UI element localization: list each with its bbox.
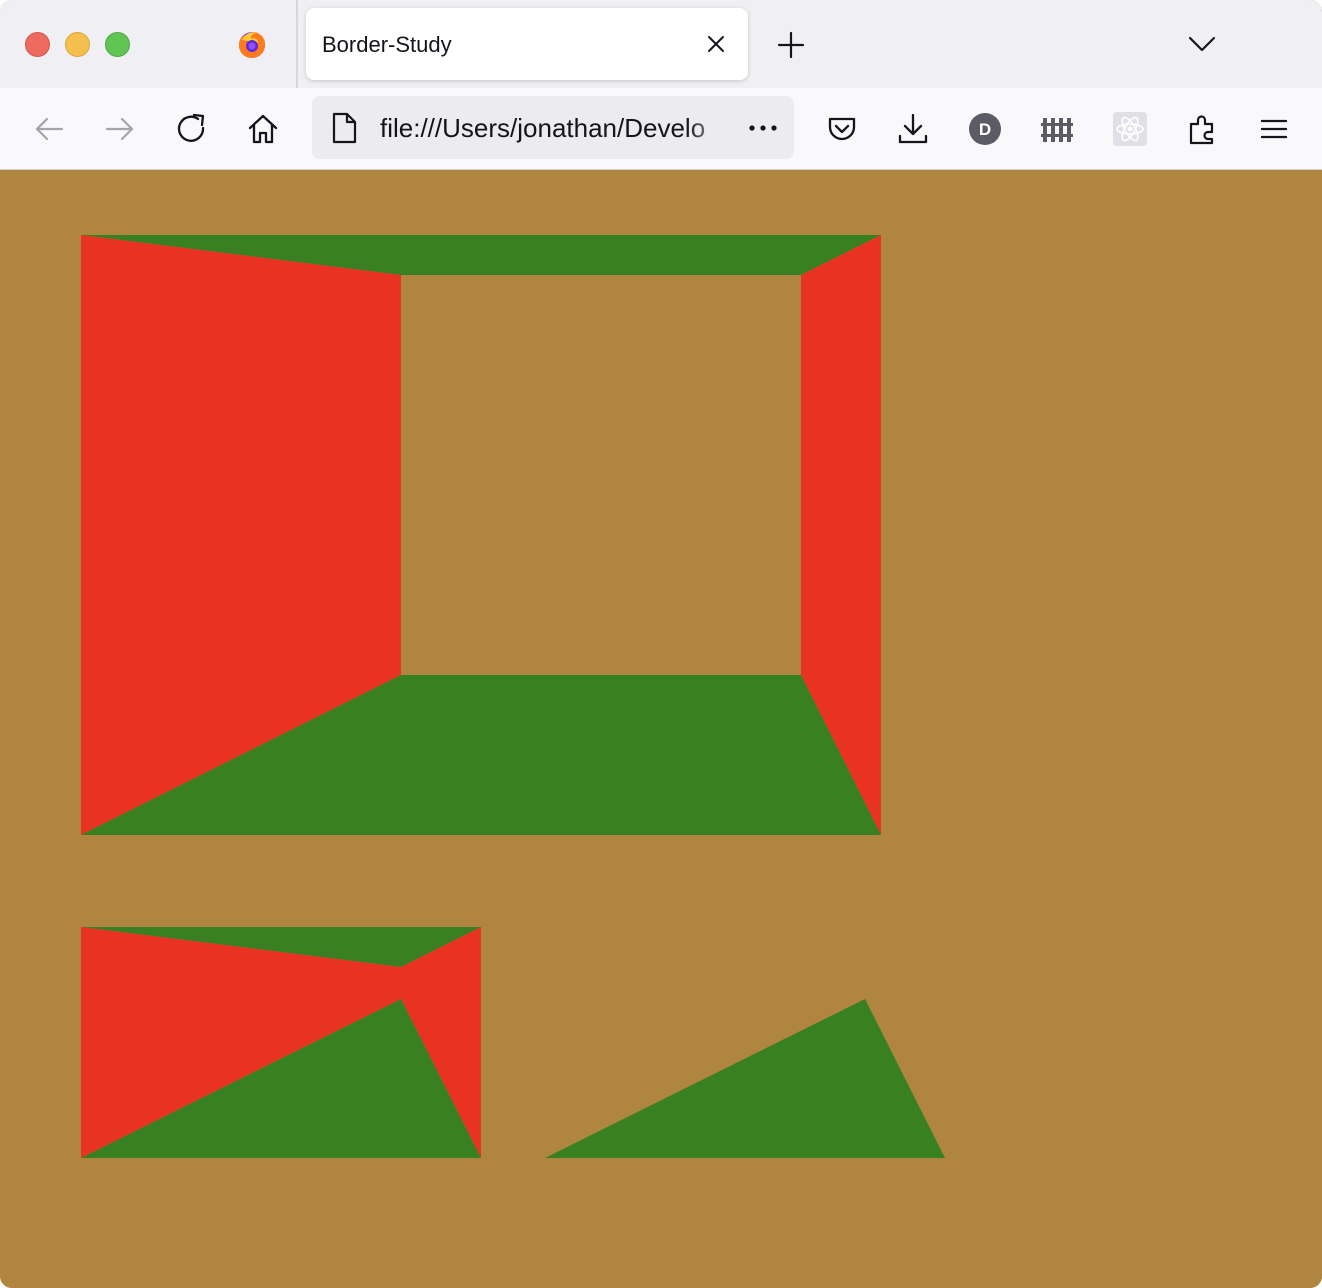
fence-extension-icon[interactable] [1040, 112, 1074, 146]
close-tab-icon[interactable] [704, 32, 728, 56]
svg-text:D: D [979, 120, 991, 139]
back-arrow-icon[interactable] [32, 112, 66, 146]
hamburger-menu-icon[interactable] [1257, 112, 1291, 146]
url-text[interactable]: file:///Users/jonathan/Develo [380, 113, 736, 144]
zoom-window-button[interactable] [105, 32, 130, 57]
more-dots-icon[interactable] [746, 114, 780, 142]
reload-icon[interactable] [175, 112, 209, 146]
border-study-canvas [81, 235, 945, 1158]
firefox-logo-icon [239, 32, 266, 58]
download-icon[interactable] [896, 112, 930, 146]
tab-strip: Border-Study [0, 0, 1322, 88]
forward-arrow-icon[interactable] [103, 112, 137, 146]
extension-d-icon[interactable]: D [968, 112, 1002, 146]
navigation-toolbar: file:///Users/jonathan/Develo D [0, 88, 1322, 170]
react-devtools-button[interactable] [1113, 112, 1147, 146]
react-devtools-icon [1116, 116, 1144, 142]
tab-title: Border-Study [322, 32, 452, 57]
home-icon[interactable] [246, 112, 280, 146]
pocket-icon[interactable] [825, 112, 859, 146]
minimize-window-button[interactable] [65, 32, 90, 57]
list-all-tabs-chevron-icon[interactable] [1186, 30, 1218, 58]
bottom-border-triangle [545, 999, 945, 1158]
extensions-puzzle-icon[interactable] [1186, 112, 1220, 146]
url-bar[interactable]: file:///Users/jonathan/Develo [312, 96, 794, 159]
page-content [0, 170, 1322, 1288]
page-document-icon [332, 112, 357, 144]
new-tab-plus-icon[interactable] [776, 30, 806, 60]
tab-border-study[interactable]: Border-Study [306, 8, 748, 80]
close-window-button[interactable] [25, 32, 50, 57]
small-border-box [81, 927, 481, 1158]
tab-separator [296, 0, 298, 88]
large-border-box [81, 235, 881, 835]
browser-window: Border-Study file:///Users/jonathan/Deve… [0, 0, 1322, 1288]
